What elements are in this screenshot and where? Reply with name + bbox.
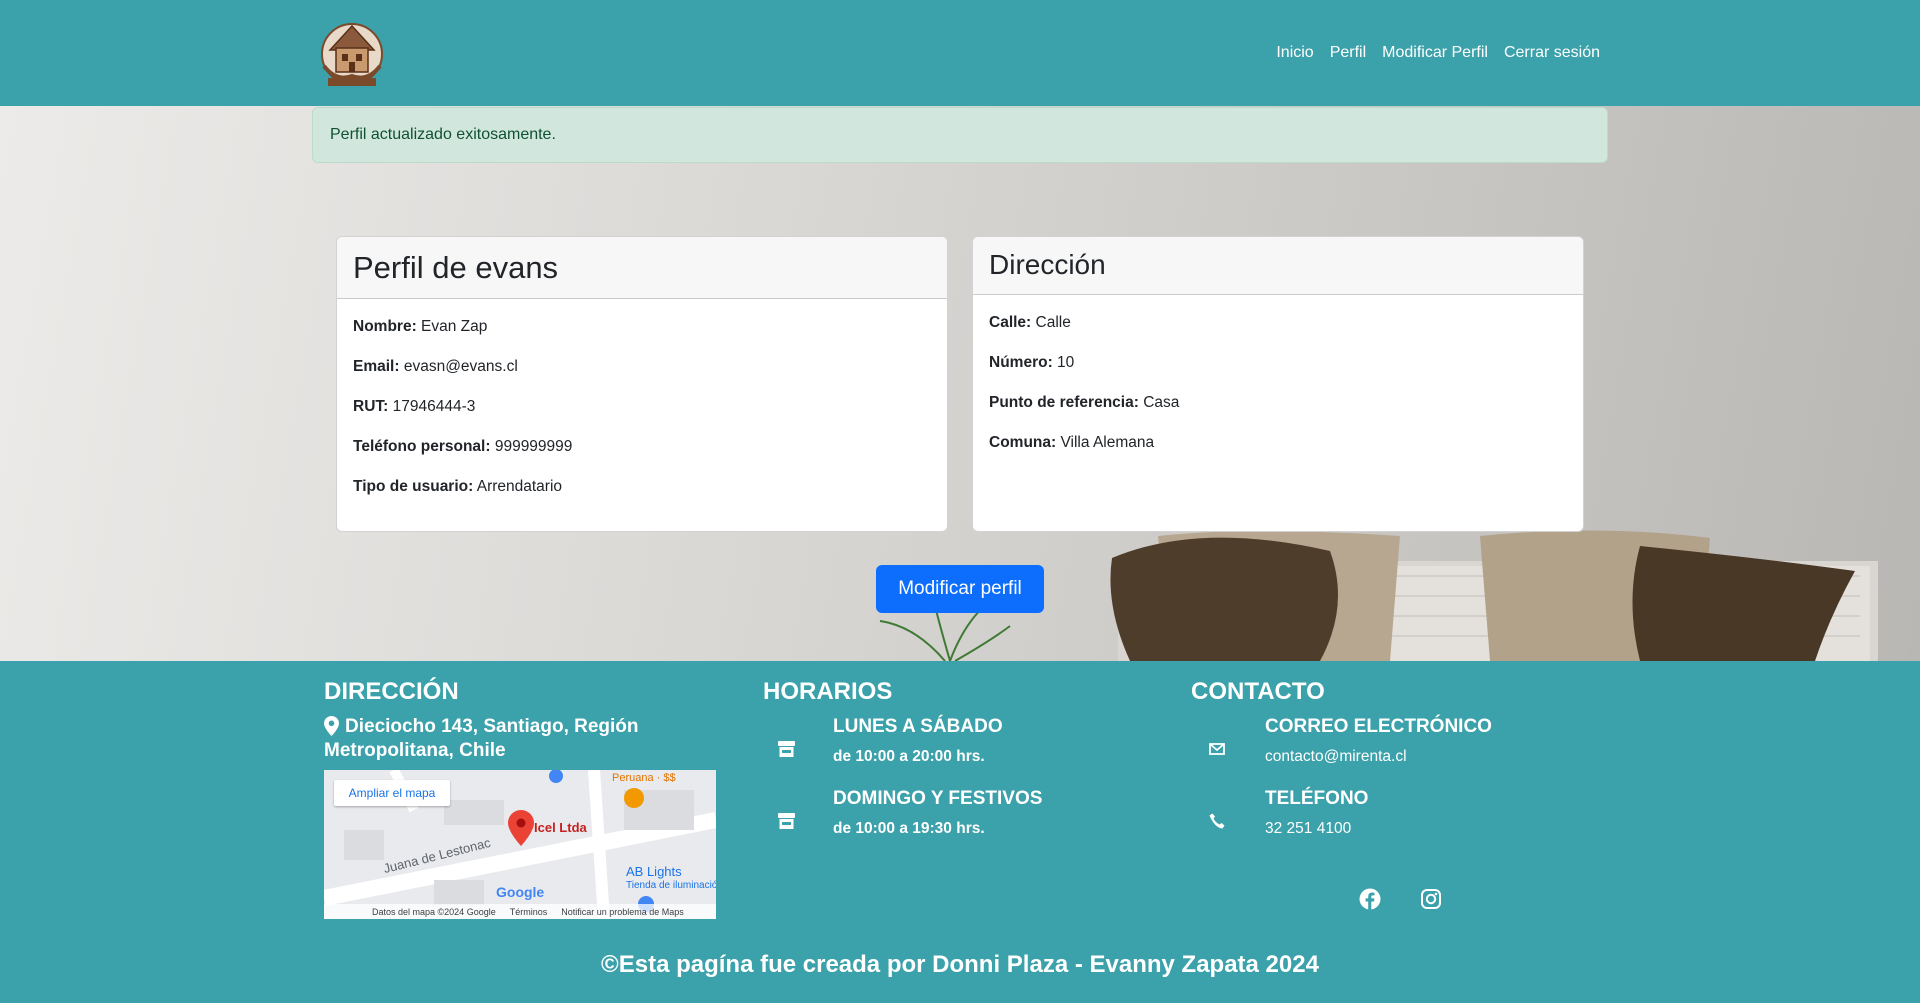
map-data-attribution: Datos del mapa ©2024 Google xyxy=(372,906,496,917)
store-icon xyxy=(778,813,795,829)
horario-1-label: LUNES A SÁBADO xyxy=(833,716,1003,737)
address-card: Dirección Calle: Calle Número: 10 Punto … xyxy=(972,236,1584,532)
address-title: Dirección xyxy=(989,249,1106,280)
profile-field-rut: RUT: 17946444-3 xyxy=(353,398,476,415)
nav-inicio[interactable]: Inicio xyxy=(1276,44,1313,62)
store-icon xyxy=(778,741,795,757)
footer-address-line1: Dieciocho 143, Santiago, Región xyxy=(345,716,639,737)
footer-address-line2: Metropolitana, Chile xyxy=(324,740,506,761)
instagram-icon[interactable] xyxy=(1420,888,1442,910)
contact-phone-value[interactable]: 32 251 4100 xyxy=(1265,820,1351,838)
contact-phone-label: TELÉFONO xyxy=(1265,788,1369,809)
map-expand-button[interactable]: Ampliar el mapa xyxy=(334,780,450,806)
profile-field-nombre: Nombre: Evan Zap xyxy=(353,318,488,335)
map-terms-link[interactable]: Términos xyxy=(510,907,548,917)
profile-card-header: Perfil de evans xyxy=(337,237,947,299)
address-field-referencia: Punto de referencia: Casa xyxy=(989,394,1180,411)
horario-1-value: de 10:00 a 20:00 hrs. xyxy=(833,748,985,765)
navbar: Inicio Perfil Modificar Perfil Cerrar se… xyxy=(0,0,1920,106)
success-alert: Perfil actualizado exitosamente. xyxy=(312,107,1608,163)
map-place-label: Icel Ltda xyxy=(534,820,587,835)
map-report-link[interactable]: Notificar un problema de Maps xyxy=(561,907,684,917)
profile-card: Perfil de evans Nombre: Evan Zap Email: … xyxy=(336,236,948,532)
profile-field-email: Email: evasn@evans.cl xyxy=(353,358,518,375)
address-card-header: Dirección xyxy=(973,237,1583,295)
contact-email-value[interactable]: contacto@mirenta.cl xyxy=(1265,748,1407,766)
profile-title: Perfil de evans xyxy=(353,250,559,285)
address-field-comuna: Comuna: Villa Alemana xyxy=(989,434,1155,451)
google-logo: Google xyxy=(496,884,545,900)
footer-copyright: ©Esta pagína fue creada por Donni Plaza … xyxy=(601,951,1319,978)
profile-field-telefono: Teléfono personal: 999999999 xyxy=(353,438,573,455)
google-map[interactable]: Ampliar el mapa Icel Ltda Juana de Lesto… xyxy=(324,770,716,919)
map-attribution-bar: Datos del mapa ©2024 Google Términos Not… xyxy=(324,904,716,919)
phone-icon xyxy=(1209,813,1225,829)
mirenta-logo[interactable] xyxy=(318,12,386,90)
map-marker-icon xyxy=(324,716,339,736)
map-poi-store: AB Lights xyxy=(626,864,682,879)
horario-2-label: DOMINGO Y FESTIVOS xyxy=(833,788,1043,809)
nav-perfil[interactable]: Perfil xyxy=(1330,44,1366,62)
envelope-icon xyxy=(1209,743,1225,755)
map-pin-icon[interactable] xyxy=(508,810,534,846)
footer-horarios-title: HORARIOS xyxy=(763,678,893,705)
footer-direccion-title: DIRECCIÓN xyxy=(324,678,459,705)
footer: DIRECCIÓN Dieciocho 143, Santiago, Regió… xyxy=(0,661,1920,1003)
map-poi-restaurant: Peruana · $$ xyxy=(612,772,676,784)
footer-contacto-title: CONTACTO xyxy=(1191,678,1325,705)
horario-2-value: de 10:00 a 19:30 hrs. xyxy=(833,820,985,837)
contact-email-label: CORREO ELECTRÓNICO xyxy=(1265,716,1492,737)
modify-profile-button[interactable]: Modificar perfil xyxy=(876,565,1044,613)
nav-modificar-perfil[interactable]: Modificar Perfil xyxy=(1382,44,1488,62)
address-field-calle: Calle: Calle xyxy=(989,314,1071,331)
address-card-body: Calle: Calle Número: 10 Punto de referen… xyxy=(973,295,1583,452)
nav-cerrar-sesion[interactable]: Cerrar sesión xyxy=(1504,44,1600,62)
profile-field-tipo-usuario: Tipo de usuario: Arrendatario xyxy=(353,478,563,495)
alert-message: Perfil actualizado exitosamente. xyxy=(330,126,556,143)
facebook-icon[interactable] xyxy=(1359,888,1381,910)
map-poi-store-type: Tienda de iluminación xyxy=(626,880,716,891)
nav-menu: Inicio Perfil Modificar Perfil Cerrar se… xyxy=(1276,44,1600,62)
profile-card-body: Nombre: Evan Zap Email: evasn@evans.cl R… xyxy=(337,299,947,496)
address-field-numero: Número: 10 xyxy=(989,354,1075,371)
